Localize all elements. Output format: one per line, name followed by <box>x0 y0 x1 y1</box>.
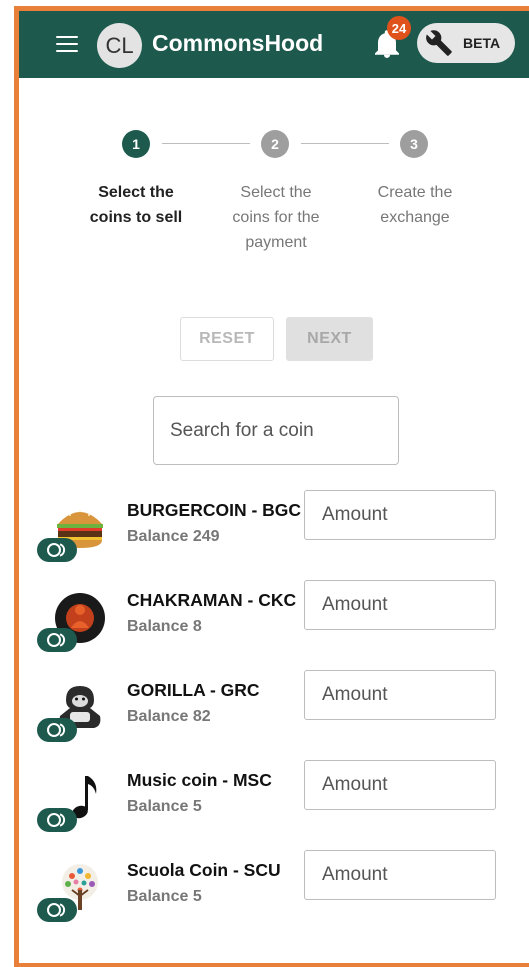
coin-badge <box>37 898 77 922</box>
menu-icon[interactable] <box>56 31 78 57</box>
list-item: CHAKRAMAN - CKC Balance 8 <box>0 580 529 678</box>
step-connector <box>301 143 389 144</box>
frame-bottom-border <box>14 963 529 967</box>
coins-icon <box>47 723 66 737</box>
amount-input[interactable] <box>304 850 496 900</box>
step-1-indicator: 1 <box>122 130 150 158</box>
coin-name: Music coin - MSC <box>127 770 272 790</box>
app-bar: CL CommonsHood 24 BETA <box>19 11 529 78</box>
list-item: BURGERCOIN - BGC Balance 249 <box>0 490 529 588</box>
next-button[interactable]: NEXT <box>286 317 373 361</box>
coin-badge <box>37 718 77 742</box>
coins-icon <box>47 903 66 917</box>
coin-balance: Balance 249 <box>127 528 220 545</box>
wrench-icon <box>426 30 452 56</box>
coin-balance: Balance 5 <box>127 888 202 905</box>
amount-input[interactable] <box>304 580 496 630</box>
list-item: Music coin - MSC Balance 5 <box>0 760 529 858</box>
reset-button[interactable]: RESET <box>180 317 274 361</box>
list-item: GORILLA - GRC Balance 82 <box>0 670 529 768</box>
avatar[interactable]: CL <box>97 23 142 68</box>
coin-name: Scuola Coin - SCU <box>127 860 281 880</box>
coins-icon <box>47 633 66 647</box>
step-2-indicator: 2 <box>261 130 289 158</box>
coin-balance: Balance 8 <box>127 618 202 635</box>
search-input[interactable] <box>153 396 399 465</box>
coin-name: GORILLA - GRC <box>127 680 260 700</box>
amount-input[interactable] <box>304 490 496 540</box>
step-3-indicator: 3 <box>400 130 428 158</box>
amount-input[interactable] <box>304 760 496 810</box>
list-item: Scuola Coin - SCU Balance 5 <box>0 850 529 948</box>
step-1-label: Select the coins to sell <box>89 184 183 226</box>
coins-icon <box>47 813 66 827</box>
coin-name: CHAKRAMAN - CKC <box>127 590 297 610</box>
coin-badge <box>37 538 77 562</box>
step-connector <box>162 143 250 144</box>
coin-badge <box>37 628 77 652</box>
coin-badge <box>37 808 77 832</box>
notification-badge: 24 <box>387 16 411 40</box>
beta-label: BETA <box>463 35 501 51</box>
coin-name: BURGERCOIN - BGC <box>127 500 302 520</box>
coins-icon <box>47 543 66 557</box>
step-2-label: Select the coins for the payment <box>232 184 320 251</box>
app-title: CommonsHood <box>152 30 324 56</box>
amount-input[interactable] <box>304 670 496 720</box>
coin-balance: Balance 82 <box>127 708 211 725</box>
beta-button[interactable]: BETA <box>417 23 515 63</box>
coin-balance: Balance 5 <box>127 798 202 815</box>
step-3-label: Create the exchange <box>377 184 453 226</box>
